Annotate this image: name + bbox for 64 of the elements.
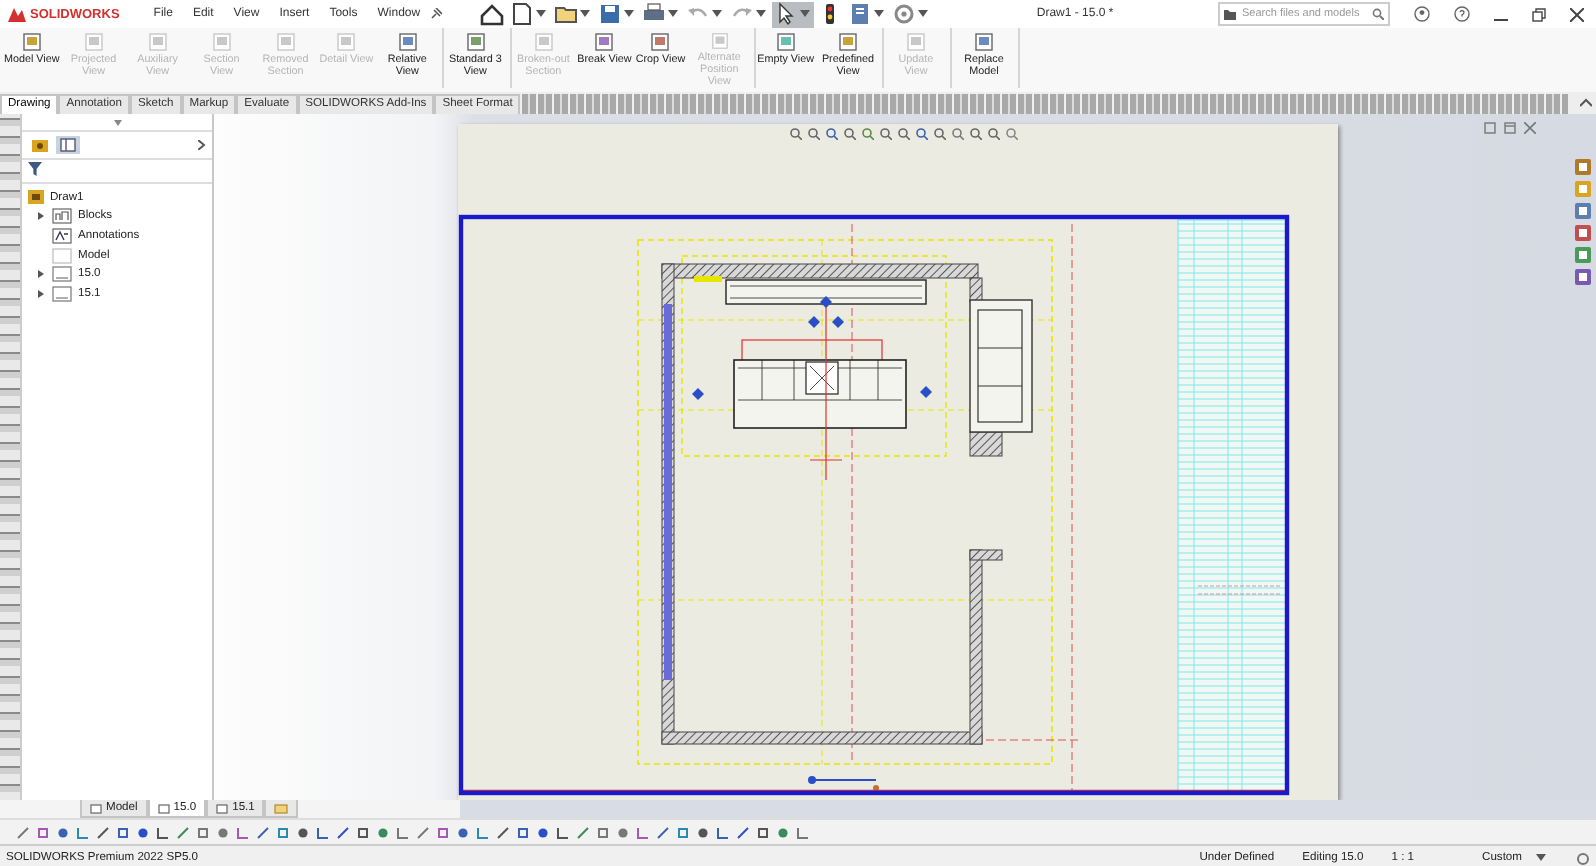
caret-icon[interactable]: [1536, 854, 1546, 862]
expand-icon[interactable]: [38, 289, 44, 298]
view-tool-icon[interactable]: [898, 128, 910, 140]
window-tile-icon[interactable]: [1504, 122, 1516, 134]
view-tool-icon[interactable]: [844, 128, 856, 140]
caret-icon[interactable]: [756, 10, 767, 18]
toolbar-button[interactable]: [552, 1, 595, 27]
property-tab[interactable]: [56, 136, 80, 154]
drawing-icon: [28, 190, 44, 205]
view-tool-icon[interactable]: [934, 128, 946, 140]
toolbar-button[interactable]: [846, 1, 889, 27]
annotation-icon: [52, 227, 72, 244]
toolbar-button[interactable]: [890, 1, 933, 27]
home-icon: [480, 2, 505, 26]
restore-icon[interactable]: [1532, 7, 1546, 21]
search-icon[interactable]: [1372, 8, 1384, 20]
settings-icon: [892, 2, 917, 26]
view-tool-icon[interactable]: [880, 128, 892, 140]
toolbar-button[interactable]: [596, 1, 639, 27]
add-sheet-icon: [274, 803, 289, 813]
sheet-icon: [52, 247, 72, 264]
caret-icon[interactable]: [580, 10, 591, 18]
expand-icon[interactable]: [113, 119, 121, 125]
blocks-icon: [52, 208, 72, 225]
toolbar-button[interactable]: [508, 1, 551, 27]
view-tool-icon[interactable]: [862, 128, 874, 140]
view-tool-icon[interactable]: [988, 128, 1000, 140]
sheet-icon: [90, 803, 102, 813]
feature-tree-tab[interactable]: [28, 136, 52, 154]
user-icon[interactable]: [1414, 6, 1430, 22]
settings-icon[interactable]: [1576, 851, 1590, 865]
expand-icon[interactable]: [38, 212, 44, 221]
toolbar-button[interactable]: [478, 1, 507, 27]
view-tool-icon[interactable]: [808, 128, 820, 140]
view-tool-icon[interactable]: [970, 128, 982, 140]
logo-icon: [8, 7, 26, 21]
folder-icon: [1224, 9, 1236, 19]
view-tool-icon[interactable]: [826, 128, 838, 140]
expand-icon[interactable]: [38, 270, 44, 279]
view-tool-icon[interactable]: [916, 128, 928, 140]
caret-icon[interactable]: [712, 10, 723, 18]
caret-icon[interactable]: [800, 10, 811, 18]
caret-icon[interactable]: [624, 10, 635, 18]
caret-icon[interactable]: [874, 10, 885, 18]
caret-icon[interactable]: [536, 10, 547, 18]
view-tool-icon[interactable]: [952, 128, 964, 140]
sheet-icon: [157, 803, 170, 813]
window-tile-icon[interactable]: [1484, 122, 1496, 134]
more-icon[interactable]: [198, 140, 206, 150]
caret-icon[interactable]: [668, 10, 679, 18]
pin-icon[interactable]: [430, 8, 443, 20]
tree-icon: [32, 139, 48, 151]
sheet-icon: [52, 266, 72, 283]
caret-icon[interactable]: [918, 10, 929, 18]
close-icon[interactable]: [1570, 7, 1584, 21]
sheet-icon: [216, 803, 229, 813]
filter-icon[interactable]: [28, 162, 42, 176]
sheet-icon: [52, 285, 72, 302]
collapse-icon[interactable]: [1580, 98, 1592, 108]
help-icon[interactable]: [1454, 6, 1470, 22]
view-tool-icon[interactable]: [1006, 128, 1018, 140]
view-tool-icon[interactable]: [790, 128, 802, 140]
panel-icon: [60, 138, 76, 152]
toolbar-button[interactable]: [772, 1, 815, 27]
